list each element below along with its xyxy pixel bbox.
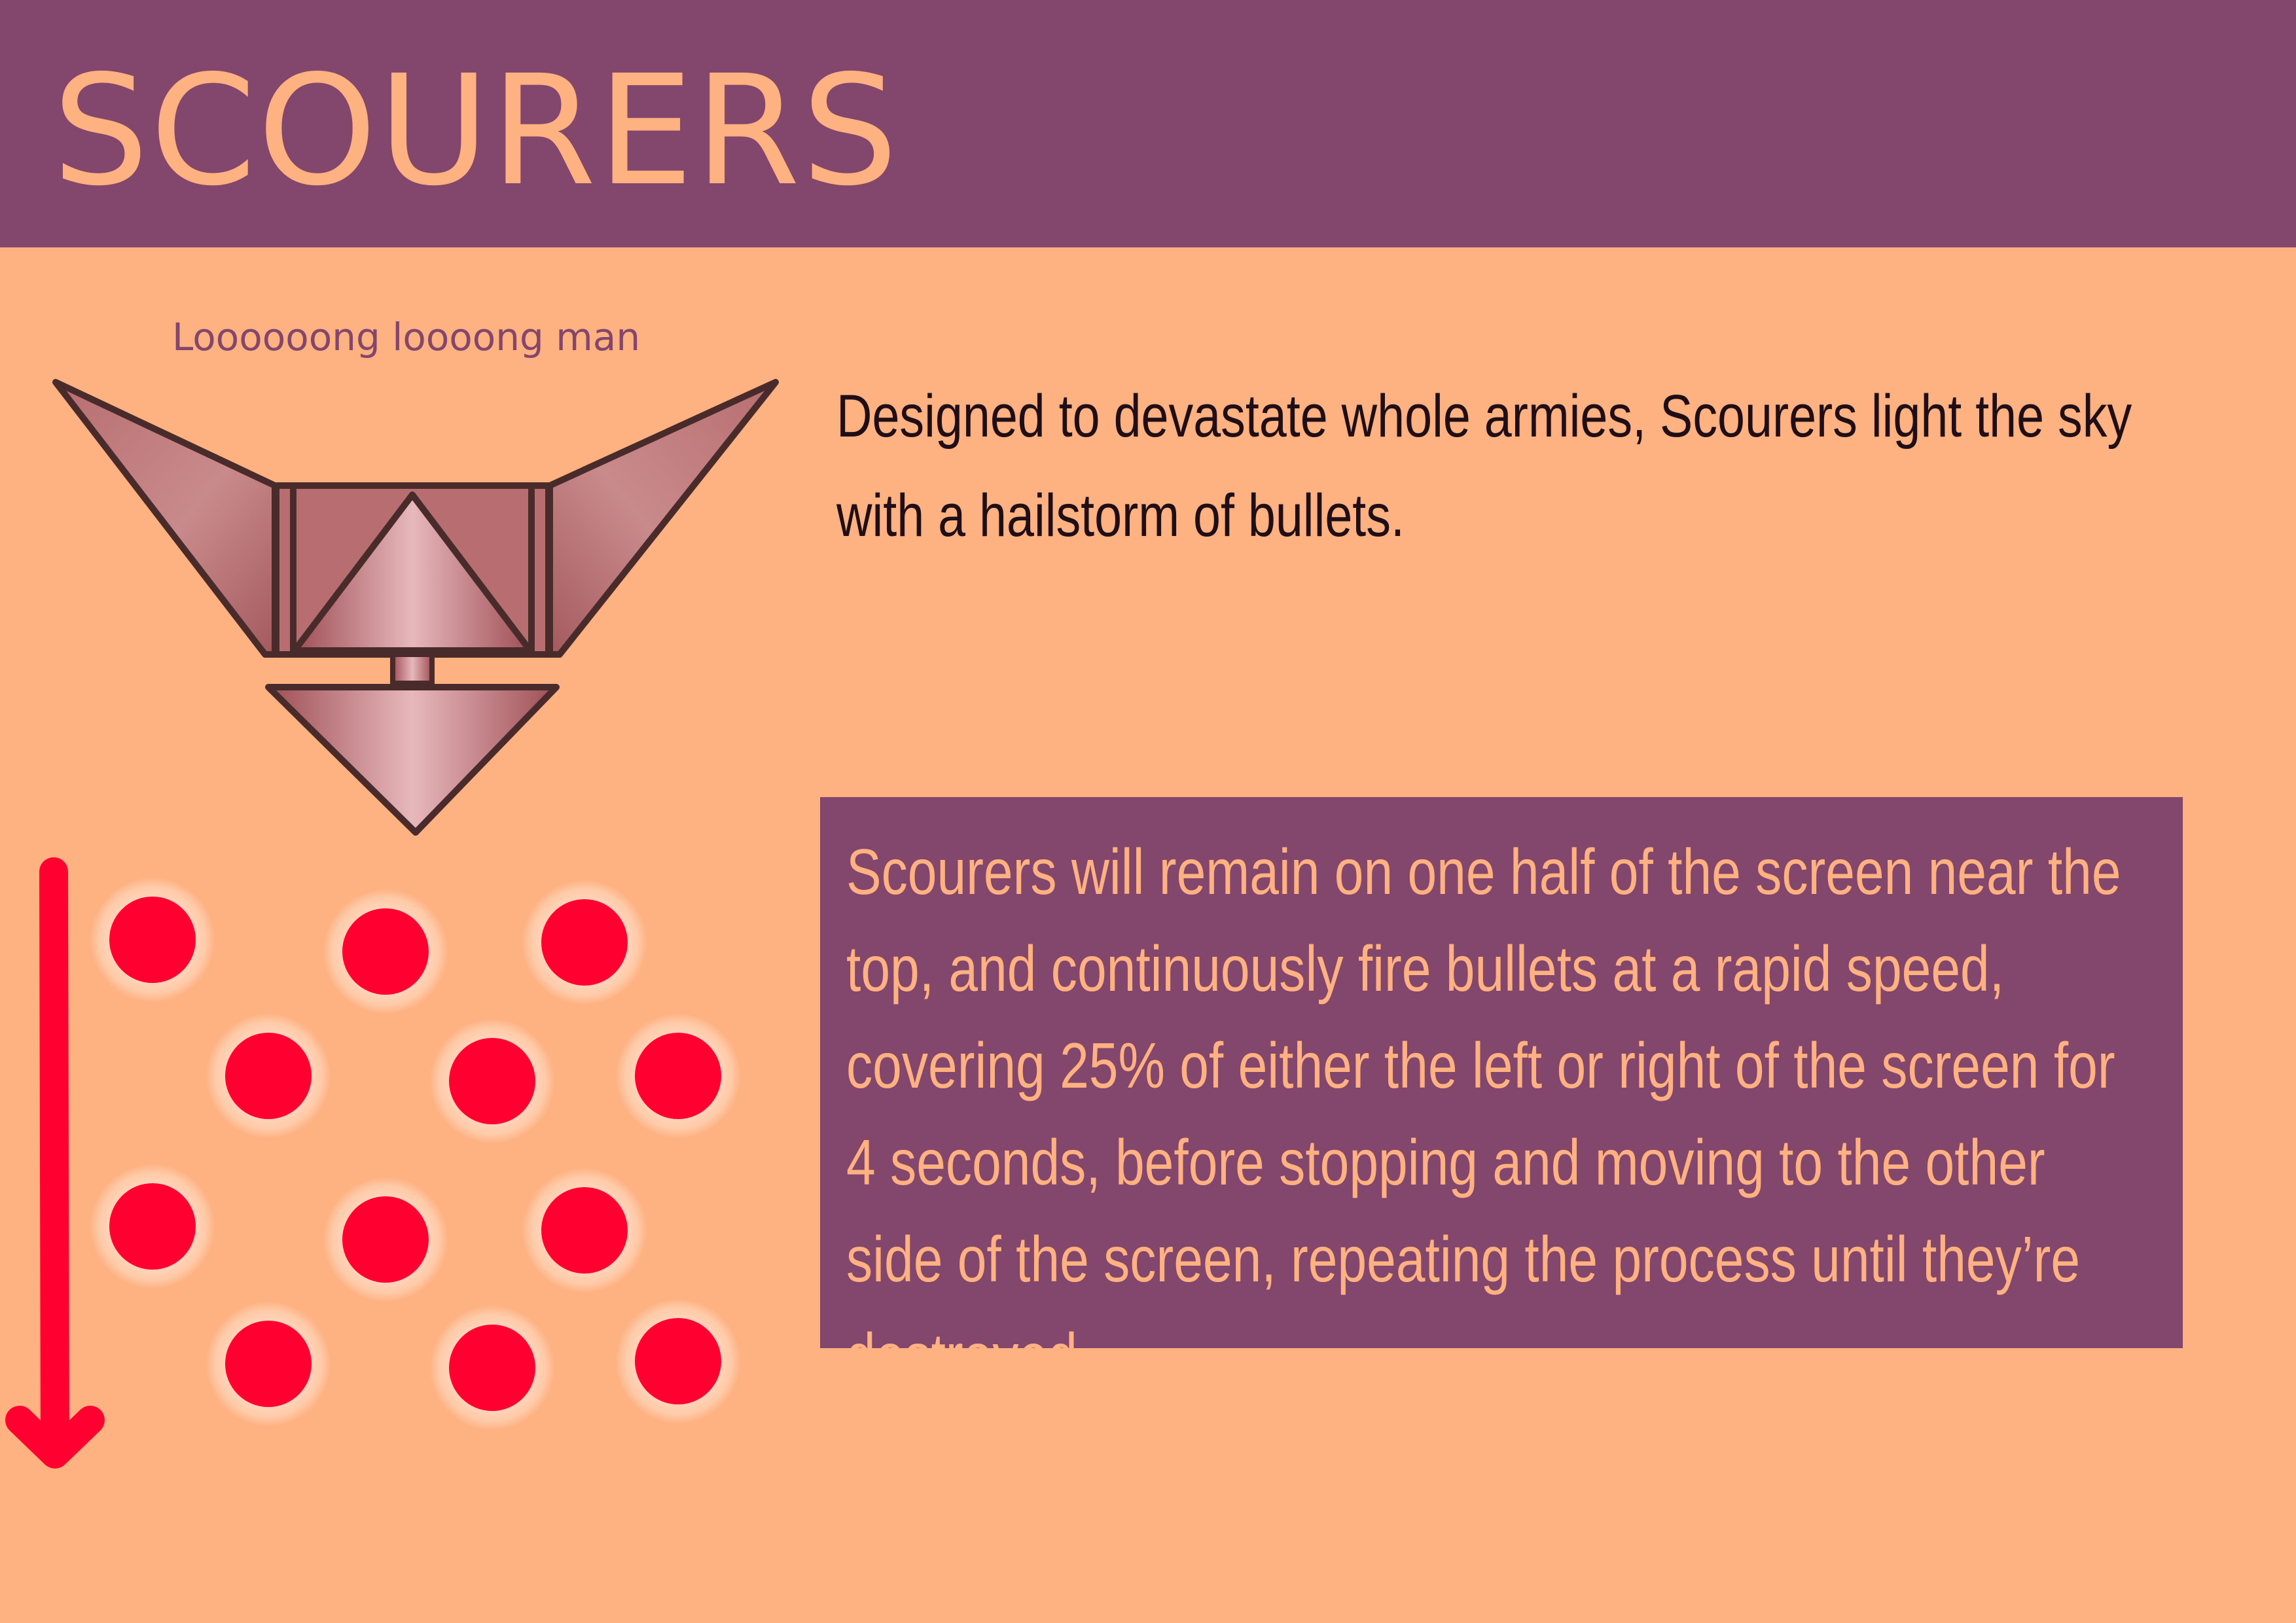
- bullet: [206, 1013, 331, 1139]
- bullet: [323, 889, 448, 1014]
- bullet-pattern: [5, 857, 741, 1469]
- bullet-icon: [90, 877, 741, 1431]
- bullet: [90, 1164, 215, 1289]
- ship-cannon: [265, 684, 560, 836]
- bullet: [615, 1298, 741, 1424]
- bullet: [323, 1177, 448, 1302]
- bullet: [429, 1305, 555, 1431]
- bullet: [206, 1301, 331, 1427]
- page-title: SCOURERS: [52, 43, 899, 219]
- scourer-ship-icon: [52, 379, 779, 836]
- bullet: [90, 877, 215, 1003]
- bullet: [522, 1168, 647, 1293]
- enemy-caption: Loooooong loooong man: [172, 315, 641, 359]
- bullet: [429, 1018, 555, 1144]
- behaviour-text: Scourers will remain on one half of the …: [846, 836, 2121, 1392]
- arrow-down-icon: [5, 857, 105, 1469]
- enemy-description: Designed to devastate whole armies, Scou…: [836, 383, 2132, 549]
- bullet: [615, 1013, 741, 1139]
- ship-connector: [390, 652, 435, 686]
- header-bar: SCOURERS: [0, 0, 2296, 247]
- bullet: [522, 880, 647, 1005]
- behaviour-panel: Scourers will remain on one half of the …: [820, 797, 2183, 1392]
- ship-right-wing: [547, 379, 779, 658]
- ship-left-wing: [52, 379, 278, 658]
